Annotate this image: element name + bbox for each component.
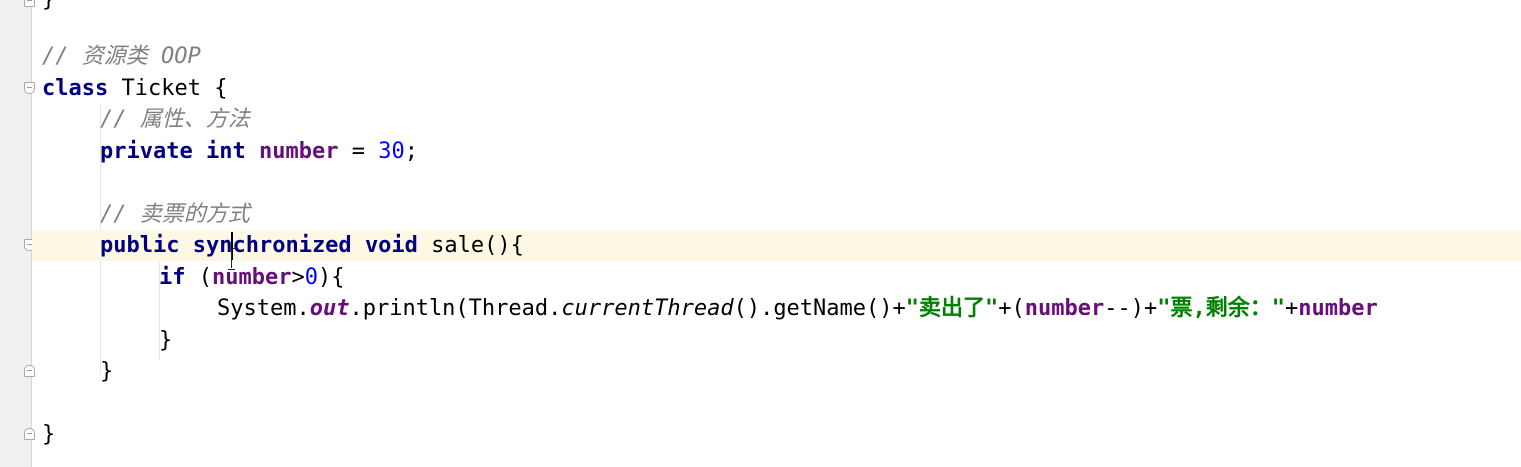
code-tokens: // 属性、方法: [100, 104, 250, 135]
code-token: currentThread: [561, 296, 734, 321]
code-line-method-close: }: [32, 356, 1521, 387]
code-token: "票,剩余：": [1157, 296, 1285, 321]
code-line-println-stmt: System.out.println(Thread.currentThread(…: [32, 293, 1521, 324]
code-token: // 卖票的方式: [100, 202, 250, 227]
code-token: ;: [404, 139, 418, 164]
code-token: "卖出了": [905, 296, 999, 321]
code-token: int: [205, 139, 246, 164]
code-line-close-prev: }: [32, 0, 1521, 15]
code-token: +(: [998, 296, 1025, 321]
code-token: ().getName()+: [733, 296, 906, 321]
code-line-class-decl: class Ticket {: [32, 73, 1521, 104]
code-line-if-stmt: if (number>0){: [32, 262, 1521, 293]
code-token: class: [42, 76, 109, 101]
code-tokens: // 卖票的方式: [100, 199, 250, 230]
code-tokens: public synchronized void sale(){: [100, 230, 524, 261]
code-token: (: [185, 265, 212, 290]
code-editor[interactable]: } // 资源类 OOP class Ticket { // 属性、方法 pri…: [32, 0, 1521, 467]
code-line-comment-resource: // 资源类 OOP: [32, 41, 1521, 72]
code-token: number: [258, 139, 339, 164]
code-token: number: [212, 265, 292, 290]
code-line-if-close: }: [32, 325, 1521, 356]
code-token: // 资源类 OOP: [42, 44, 201, 69]
code-token: .println(Thread.: [349, 296, 562, 321]
code-token: }: [100, 359, 114, 384]
code-token: if: [159, 265, 186, 290]
code-tokens: System.out.println(Thread.currentThread(…: [217, 293, 1378, 324]
mouse-ibeam-cursor-icon: [227, 248, 236, 270]
code-token: sale(){: [417, 233, 524, 258]
code-tokens: }: [159, 325, 172, 356]
code-token: System.: [217, 296, 310, 321]
code-token: public: [100, 233, 180, 258]
code-tokens: }: [100, 356, 113, 387]
code-token: // 属性、方法: [100, 107, 250, 132]
code-line-comment-fields: // 属性、方法: [32, 104, 1521, 135]
code-token: =: [338, 139, 379, 164]
code-tokens: class Ticket {: [42, 73, 227, 104]
code-token: 0: [304, 265, 318, 290]
code-token: number: [1298, 296, 1378, 321]
code-tokens: }: [42, 0, 55, 15]
code-tokens: if (number>0){: [159, 262, 344, 293]
code-token: 30: [378, 139, 405, 164]
code-token: number: [1024, 296, 1105, 321]
editor-gutter[interactable]: [0, 0, 35, 467]
code-token: }: [42, 0, 55, 12]
code-token: out: [309, 296, 350, 321]
code-token: ){: [317, 265, 345, 290]
code-token: Ticket {: [108, 76, 228, 101]
code-tokens: }: [42, 419, 55, 450]
code-token: +: [1284, 296, 1299, 321]
code-line-field-decl: private int number = 30;: [32, 136, 1521, 167]
code-token: synchronized: [192, 233, 352, 258]
code-tokens: // 资源类 OOP: [42, 41, 201, 72]
code-token: private: [100, 139, 193, 164]
code-token: }: [159, 328, 173, 353]
code-line-class-close: }: [32, 419, 1521, 450]
code-token: }: [42, 422, 56, 447]
code-line-comment-sale: // 卖票的方式: [32, 199, 1521, 230]
code-tokens: private int number = 30;: [100, 136, 418, 167]
code-token: --)+: [1104, 296, 1158, 321]
code-token: void: [364, 233, 418, 258]
code-line-method-decl: public synchronized void sale(){: [32, 230, 1521, 261]
code-token: >: [291, 265, 305, 290]
